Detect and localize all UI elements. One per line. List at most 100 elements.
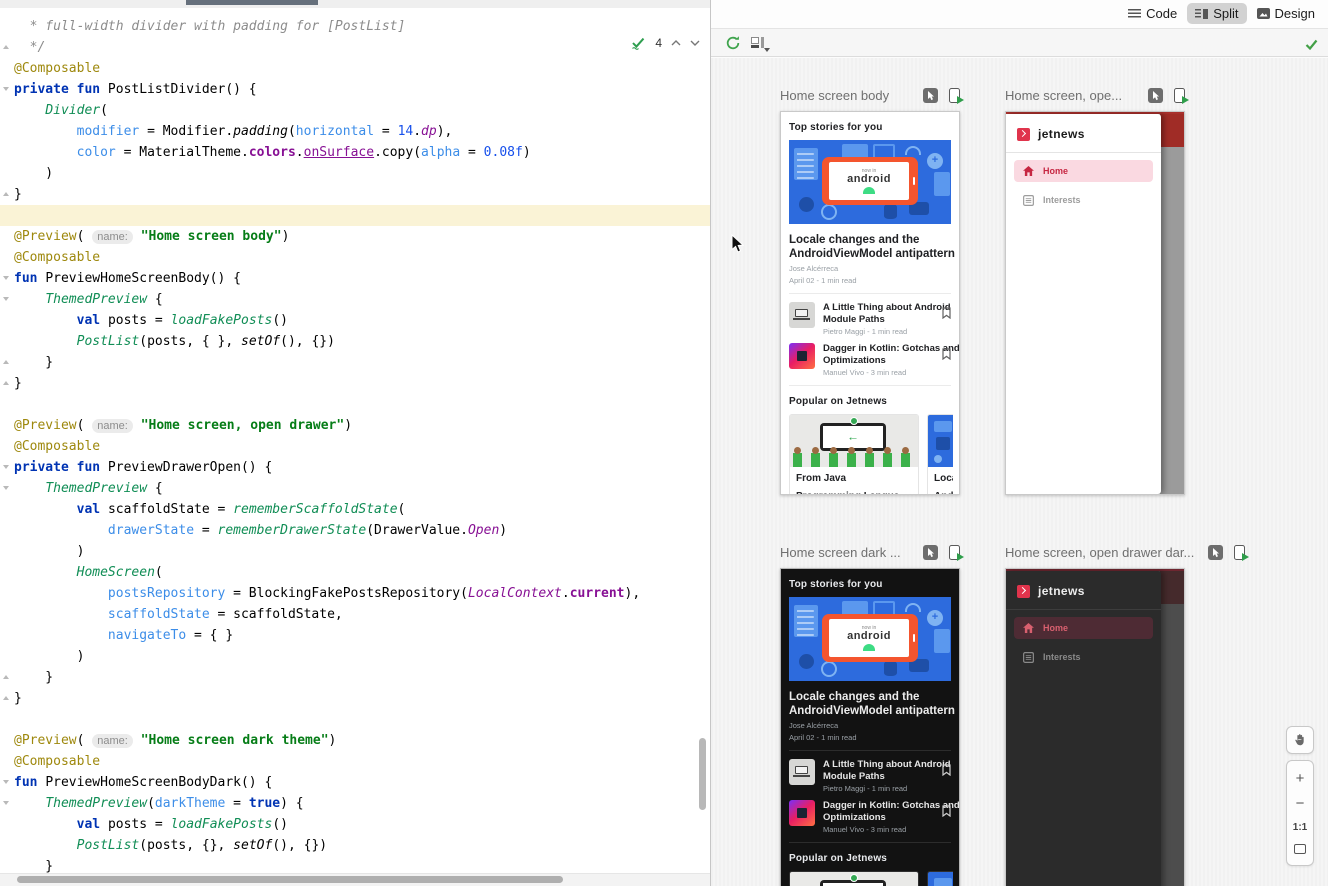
- code-line[interactable]: HomeScreen(: [0, 562, 710, 583]
- run-preview-on-device-icon[interactable]: [949, 545, 960, 560]
- code-line[interactable]: ): [0, 541, 710, 562]
- code-line[interactable]: PostList(posts, { }, setOf(), {}): [0, 331, 710, 352]
- code-line[interactable]: drawerState = rememberDrawerState(Drawer…: [0, 520, 710, 541]
- fold-marker-icon[interactable]: [3, 486, 9, 490]
- preview-home-screen-body[interactable]: Top stories for you + now in android Loc…: [780, 111, 960, 495]
- code-line[interactable]: ThemedPreview(darkTheme = true) {: [0, 793, 710, 814]
- code-line[interactable]: scaffoldState = scaffoldState,: [0, 604, 710, 625]
- hero-right-doc-shape: [934, 629, 950, 653]
- code-line[interactable]: @Composable: [0, 751, 710, 772]
- code-line[interactable]: Divider(: [0, 100, 710, 121]
- pan-tool-button[interactable]: [1286, 726, 1314, 754]
- popular-title-line1: Loca: [928, 467, 953, 485]
- code-line[interactable]: color = MaterialTheme.colors.onSurface.c…: [0, 142, 710, 163]
- code-line[interactable]: }: [0, 352, 710, 373]
- fold-marker-icon[interactable]: [3, 45, 9, 49]
- view-mode-code[interactable]: Code: [1120, 3, 1185, 24]
- preview-canvas[interactable]: Home screen body Top stories for you + n…: [711, 58, 1328, 886]
- fold-marker-icon[interactable]: [3, 276, 9, 280]
- code-line[interactable]: }: [0, 688, 710, 709]
- code-line[interactable]: [0, 394, 710, 415]
- fold-marker-icon[interactable]: [3, 801, 9, 805]
- preview-home-screen-dark-theme[interactable]: Top stories for you + now in android Loc…: [780, 568, 960, 886]
- hero-phone-screen: now in android: [829, 619, 909, 657]
- code-line[interactable]: val scaffoldState = rememberScaffoldStat…: [0, 499, 710, 520]
- prev-highlight-icon[interactable]: [671, 40, 681, 46]
- popular-card-clipped: Loca Andr Jose Al April 0: [927, 414, 953, 495]
- code-line[interactable]: @Composable: [0, 58, 710, 79]
- editor-vertical-scrollbar[interactable]: [699, 738, 706, 810]
- fold-marker-icon[interactable]: [3, 192, 9, 196]
- fold-marker-icon[interactable]: [3, 780, 9, 784]
- code-line[interactable]: PostList(posts, {}, setOf(), {}): [0, 835, 710, 856]
- view-mode-split[interactable]: Split: [1187, 3, 1246, 24]
- code-line[interactable]: postsRepository = BlockingFakePostsRepos…: [0, 583, 710, 604]
- interactive-preview-icon[interactable]: [1148, 88, 1163, 103]
- fold-marker-icon[interactable]: [3, 675, 9, 679]
- code-editor[interactable]: * full-width divider with padding for [P…: [0, 8, 710, 873]
- drawer-item-interests: Interests: [1014, 646, 1153, 668]
- fold-marker-icon[interactable]: [3, 696, 9, 700]
- preview-home-screen-open-drawer[interactable]: jetnews Home Interests: [1005, 111, 1185, 495]
- code-line[interactable]: [0, 205, 710, 226]
- code-line[interactable]: }: [0, 856, 710, 873]
- preview-home-screen-open-drawer-dark[interactable]: jetnews Home Interests: [1005, 568, 1185, 886]
- hero-title-line2: AndroidViewModel antipattern: [789, 247, 951, 261]
- code-line[interactable]: ): [0, 163, 710, 184]
- code-icon: [1128, 9, 1141, 19]
- interactive-preview-icon[interactable]: [923, 88, 938, 103]
- code-line[interactable]: @Composable: [0, 247, 710, 268]
- editor-horizontal-scrollbar[interactable]: [17, 876, 563, 883]
- code-line[interactable]: navigateTo = { }: [0, 625, 710, 646]
- drawer-item-label: Home: [1043, 166, 1068, 176]
- code-line[interactable]: }: [0, 373, 710, 394]
- code-line[interactable]: @Composable: [0, 436, 710, 457]
- inspection-widget[interactable]: 4: [631, 36, 700, 50]
- next-highlight-icon[interactable]: [690, 40, 700, 46]
- run-preview-on-device-icon[interactable]: [949, 88, 960, 103]
- fold-marker-icon[interactable]: [3, 381, 9, 385]
- code-line[interactable]: }: [0, 184, 710, 205]
- interactive-preview-icon[interactable]: [1208, 545, 1223, 560]
- fold-marker-icon[interactable]: [3, 87, 9, 91]
- active-tab-remnant[interactable]: [186, 0, 318, 5]
- code-line[interactable]: private fun PreviewDrawerOpen() {: [0, 457, 710, 478]
- run-preview-on-device-icon[interactable]: [1234, 545, 1245, 560]
- plus-circle-icon: +: [927, 153, 943, 169]
- interactive-preview-icon[interactable]: [923, 545, 938, 560]
- code-line[interactable]: @Preview( name: "Home screen, open drawe…: [0, 415, 710, 436]
- code-line[interactable]: private fun PostListDivider() {: [0, 79, 710, 100]
- code-line[interactable]: * full-width divider with padding for [P…: [0, 16, 710, 37]
- code-line[interactable]: ThemedPreview {: [0, 289, 710, 310]
- fold-marker-icon[interactable]: [3, 297, 9, 301]
- bookmark-icon: [942, 763, 951, 781]
- code-line[interactable]: }: [0, 667, 710, 688]
- preview-label-row: Home screen, open drawer dar...: [1005, 545, 1245, 560]
- zoom-one-to-one-button[interactable]: 1:1: [1293, 822, 1307, 833]
- code-line[interactable]: fun PreviewHomeScreenBodyDark() {: [0, 772, 710, 793]
- code-line[interactable]: */: [0, 37, 710, 58]
- code-line[interactable]: [0, 709, 710, 730]
- green-dot-icon: [850, 874, 858, 882]
- zoom-out-button[interactable]: −: [1296, 797, 1305, 811]
- run-preview-on-device-icon[interactable]: [1174, 88, 1185, 103]
- code-line[interactable]: val posts = loadFakePosts(): [0, 814, 710, 835]
- zoom-to-fit-button[interactable]: [1294, 844, 1306, 854]
- preview-title: Home screen body: [780, 88, 889, 103]
- code-line[interactable]: ): [0, 646, 710, 667]
- layout-switcher-button[interactable]: [751, 37, 766, 50]
- item-meta: Pietro Maggi - 1 min read: [823, 327, 934, 336]
- popular-card-clipped: Loca Andr Jose Al April 0: [927, 871, 953, 886]
- fold-marker-icon[interactable]: [3, 465, 9, 469]
- feed-divider: [789, 293, 951, 294]
- fold-marker-icon[interactable]: [3, 360, 9, 364]
- code-line[interactable]: @Preview( name: "Home screen dark theme"…: [0, 730, 710, 751]
- refresh-preview-button[interactable]: [725, 35, 741, 56]
- code-line[interactable]: @Preview( name: "Home screen body"): [0, 226, 710, 247]
- view-mode-design[interactable]: Design: [1249, 3, 1323, 24]
- code-line[interactable]: fun PreviewHomeScreenBody() {: [0, 268, 710, 289]
- code-line[interactable]: ThemedPreview {: [0, 478, 710, 499]
- code-line[interactable]: val posts = loadFakePosts(): [0, 310, 710, 331]
- code-line[interactable]: modifier = Modifier.padding(horizontal =…: [0, 121, 710, 142]
- zoom-in-button[interactable]: +: [1296, 772, 1305, 786]
